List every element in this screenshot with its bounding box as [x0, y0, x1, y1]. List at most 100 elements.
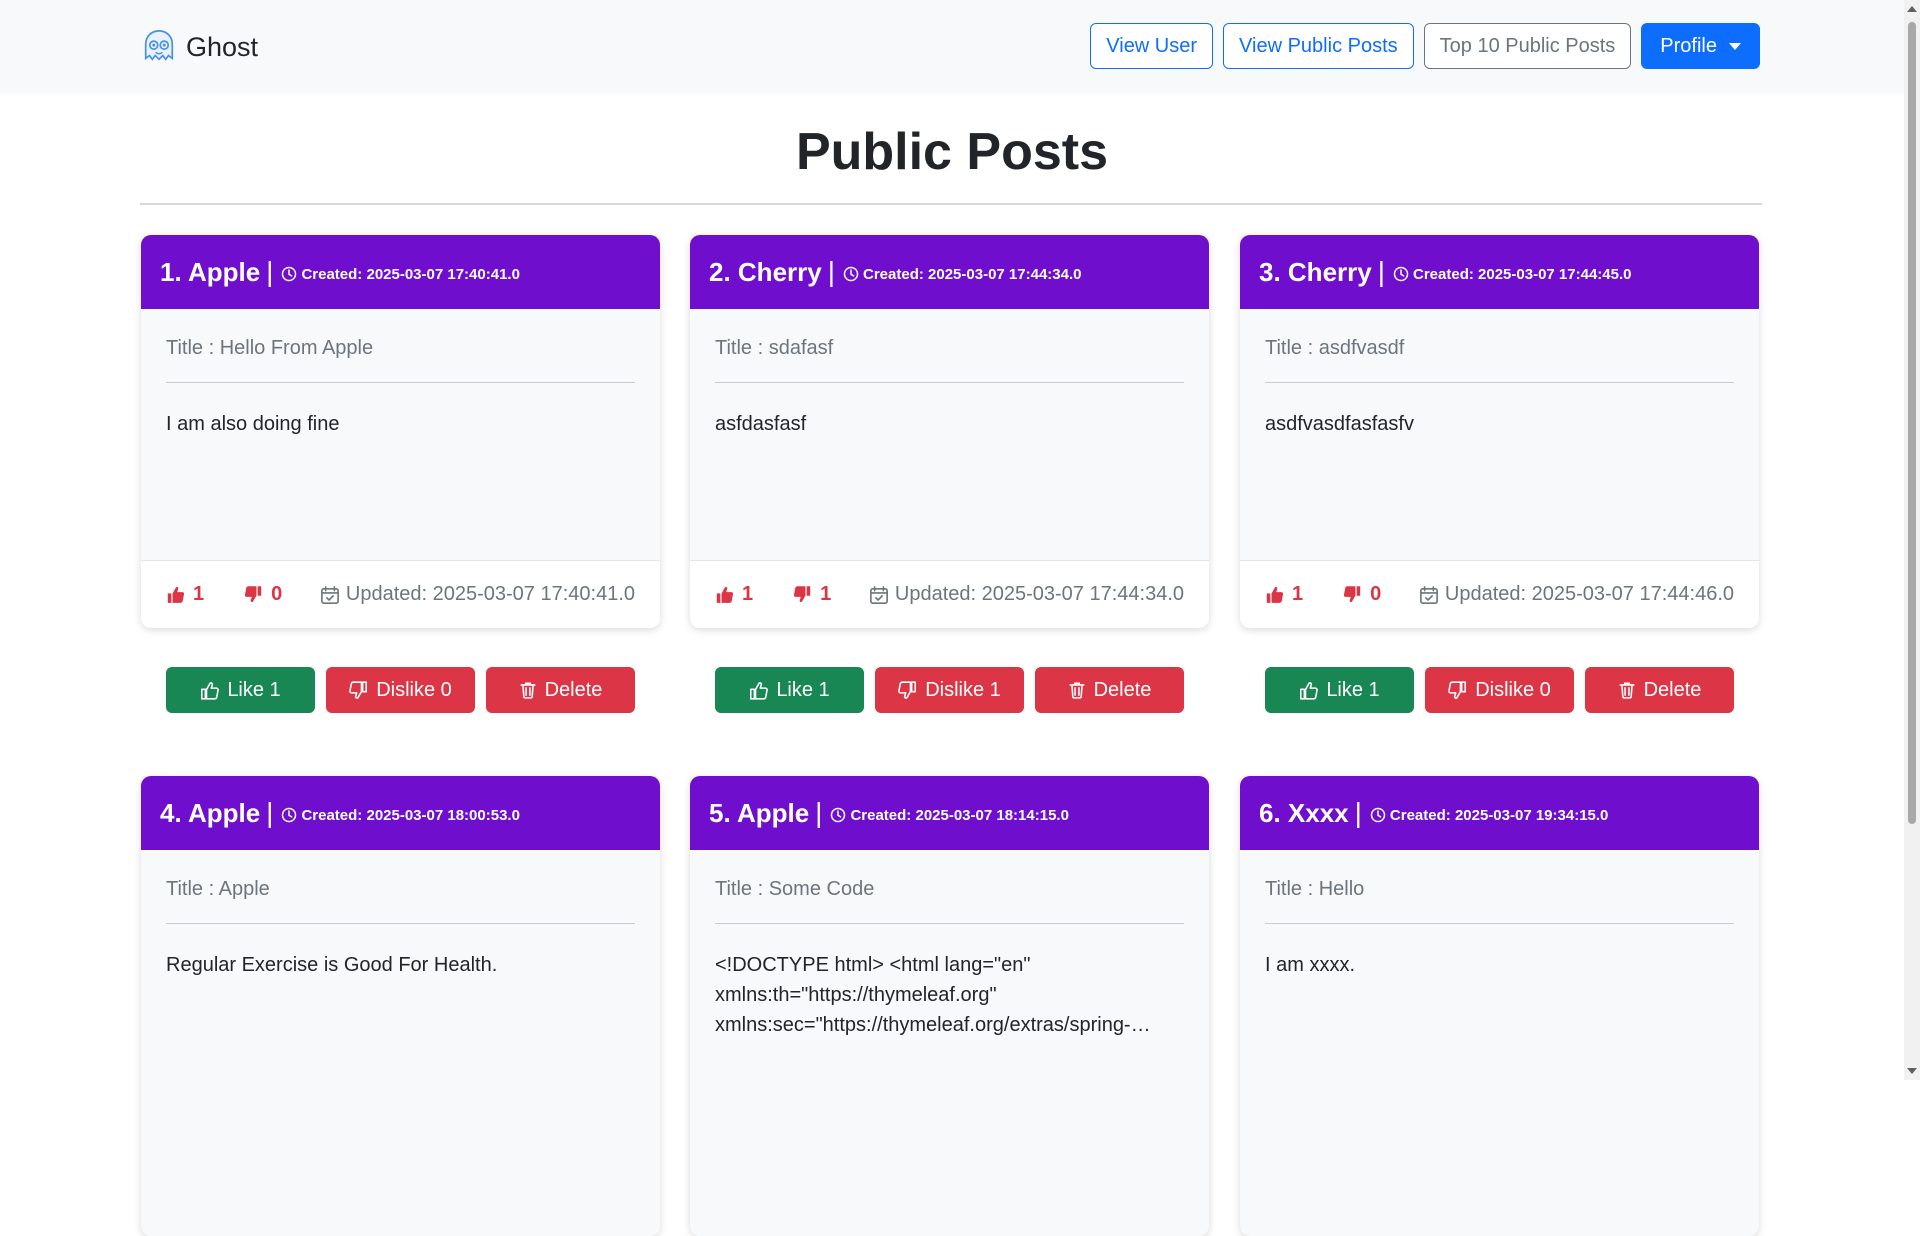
dislike-count-value: 0: [271, 583, 283, 605]
delete-button[interactable]: Delete: [486, 667, 635, 713]
thumbs-up-filled-icon: [715, 585, 734, 604]
body-divider: [1265, 382, 1734, 383]
body-divider: [166, 382, 635, 383]
delete-button[interactable]: Delete: [1585, 667, 1734, 713]
thumbs-up-icon: [200, 681, 219, 700]
header-separator: |: [1377, 256, 1386, 287]
post-card-header: 5. Apple | Created: 2025-03-07 18:14:15.…: [690, 776, 1209, 850]
post-content: Regular Exercise is Good For Health.: [166, 954, 498, 976]
page-title: Public Posts: [795, 123, 1109, 181]
post-card-header: 1. Apple | Created: 2025-03-07 17:40:41.…: [141, 235, 660, 309]
header-separator: |: [815, 797, 823, 828]
dislike-button[interactable]: Dislike 1: [875, 667, 1024, 713]
created-timestamp: Created: 2025-03-07 18:14:15.0: [830, 807, 1069, 824]
post-card: 1. Apple | Created: 2025-03-07 17:40:41.…: [141, 235, 660, 628]
created-timestamp: Created: 2025-03-07 17:44:45.0: [1393, 266, 1631, 283]
like-button-label: Like 1: [1326, 678, 1380, 701]
post-content: asdfvasdfasfasfv: [1265, 413, 1414, 435]
post-content: I am also doing fine: [166, 413, 340, 435]
profile-dropdown-button[interactable]: Profile: [1641, 23, 1760, 69]
post-actions: Like 1 Dislike 1 Delete: [715, 667, 1184, 713]
dislike-count: 0: [244, 583, 282, 606]
thumbs-down-icon: [1448, 681, 1467, 700]
thumbs-down-icon: [349, 681, 368, 700]
delete-button-label: Delete: [1093, 678, 1152, 701]
dislike-button[interactable]: Dislike 0: [326, 667, 475, 713]
post-card: 5. Apple | Created: 2025-03-07 18:14:15.…: [690, 776, 1209, 1236]
thumbs-up-filled-icon: [166, 585, 185, 604]
post-card: 4. Apple | Created: 2025-03-07 18:00:53.…: [141, 776, 660, 1236]
header-separator: |: [1354, 797, 1362, 828]
trash-icon: [1618, 681, 1636, 699]
delete-button-label: Delete: [1643, 678, 1702, 701]
caret-down-icon: [1729, 42, 1741, 50]
created-text: Created: 2025-03-07 18:00:53.0: [301, 806, 520, 824]
post-card-footer: 1 0 Updated: 2025-03-07 17:44:46.0: [1240, 560, 1759, 628]
created-text: Created: 2025-03-07 17:44:34.0: [863, 265, 1082, 283]
dislike-button-label: Dislike 0: [1475, 678, 1551, 701]
post-author: 6. Xxxx: [1259, 797, 1349, 828]
created-timestamp: Created: 2025-03-07 17:44:34.0: [843, 266, 1081, 283]
created-timestamp: Created: 2025-03-07 17:40:41.0: [281, 266, 520, 283]
post-author: 4. Apple: [160, 797, 261, 828]
dislike-count-value: 0: [1370, 583, 1382, 605]
header-separator: |: [266, 797, 274, 828]
post-card-footer: 1 0 Updated: 2025-03-07 17:40:41.0: [141, 560, 660, 628]
brand[interactable]: Ghost: [140, 28, 258, 66]
like-button-label: Like 1: [227, 678, 281, 701]
post-author: 2. Cherry: [709, 256, 822, 287]
post-title: Title : Hello From Apple: [166, 337, 374, 359]
scrollbar-thumb[interactable]: [1908, 22, 1916, 824]
thumbs-up-icon: [749, 681, 768, 700]
post-card-body: Title : Apple Regular Exercise is Good F…: [141, 850, 660, 980]
like-button[interactable]: Like 1: [166, 667, 315, 713]
updated-timestamp: Updated: 2025-03-07 17:40:41.0: [320, 583, 635, 606]
post-title: Title : Some Code: [715, 878, 875, 900]
like-button[interactable]: Like 1: [715, 667, 864, 713]
post-title: Title : Apple: [166, 878, 270, 900]
delete-button[interactable]: Delete: [1035, 667, 1184, 713]
thumbs-up-filled-icon: [1265, 585, 1284, 604]
post-card-footer: 1 1 Updated: 2025-03-07 17:44:34.0: [690, 560, 1209, 628]
post-title: Title : sdafasf: [715, 337, 834, 359]
scroll-down-arrow-icon[interactable]: [1907, 1068, 1917, 1074]
calendar-check-icon: [869, 585, 889, 605]
post-card-body: Title : sdafasf asfdasfasf: [690, 309, 1209, 439]
post-card-header: 6. Xxxx | Created: 2025-03-07 19:34:15.0: [1240, 776, 1759, 850]
clock-icon: [830, 807, 846, 823]
like-count: 1: [1265, 583, 1303, 606]
post-content: asfdasfasf: [715, 413, 807, 435]
title-divider: [140, 203, 1762, 205]
thumbs-down-filled-icon: [793, 585, 812, 604]
created-timestamp: Created: 2025-03-07 19:34:15.0: [1370, 807, 1608, 824]
dislike-button-label: Dislike 1: [925, 678, 1001, 701]
like-count: 1: [166, 583, 204, 606]
post-author: 5. Apple: [709, 797, 810, 828]
post-card: 3. Cherry | Created: 2025-03-07 17:44:45…: [1240, 235, 1759, 628]
header-separator: |: [827, 256, 836, 287]
clock-icon: [281, 266, 297, 282]
scroll-up-arrow-icon[interactable]: [1907, 6, 1917, 12]
clock-icon: [281, 807, 297, 823]
like-button[interactable]: Like 1: [1265, 667, 1414, 713]
dislike-button[interactable]: Dislike 0: [1425, 667, 1574, 713]
top-10-public-posts-button[interactable]: Top 10 Public Posts: [1423, 23, 1632, 69]
created-text: Created: 2025-03-07 19:34:15.0: [1389, 806, 1609, 824]
trash-icon: [519, 681, 537, 699]
navbar: Ghost View User View Public Posts Top 10…: [0, 0, 1904, 94]
clock-icon: [843, 266, 859, 282]
like-button-label: Like 1: [776, 678, 830, 701]
body-divider: [166, 923, 635, 924]
vertical-scrollbar[interactable]: [1904, 0, 1920, 1080]
view-public-posts-button[interactable]: View Public Posts: [1223, 23, 1414, 69]
profile-label: Profile: [1660, 34, 1717, 57]
dislike-count-value: 1: [820, 583, 832, 605]
post-card-body: Title : Hello From Apple I am also doing…: [141, 309, 660, 439]
updated-timestamp: Updated: 2025-03-07 17:44:46.0: [1419, 583, 1734, 606]
like-count-value: 1: [193, 583, 205, 605]
post-actions: Like 1 Dislike 0 Delete: [166, 667, 635, 713]
delete-button-label: Delete: [544, 678, 603, 701]
post-card: 6. Xxxx | Created: 2025-03-07 19:34:15.0…: [1240, 776, 1759, 1236]
dislike-count: 1: [793, 583, 831, 606]
view-user-button[interactable]: View User: [1090, 23, 1214, 69]
